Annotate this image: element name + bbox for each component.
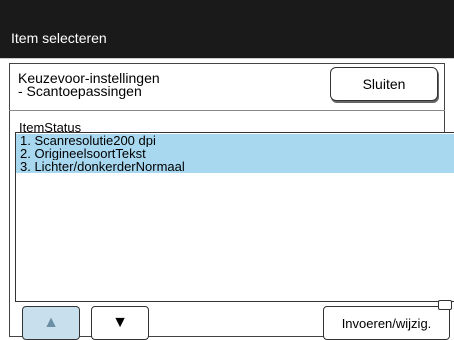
window-title: Item selecteren	[11, 30, 107, 46]
subtitle-line-2: - Scantoepassingen	[18, 83, 142, 99]
title-bar: Item selecteren	[0, 0, 454, 59]
divider	[9, 110, 445, 111]
button-tab-decoration	[438, 300, 452, 310]
scroll-up-button[interactable]: ▲	[22, 306, 80, 340]
item-list[interactable]: 1. Scanresolutie200 dpi 2. Origineelsoor…	[15, 132, 454, 302]
scroll-down-button[interactable]: ▼	[91, 306, 149, 340]
edit-button[interactable]: Invoeren/wijzig.	[323, 306, 450, 340]
close-button[interactable]: Sluiten	[330, 67, 438, 101]
list-item[interactable]: 3. Lichter/donkerderNormaal	[16, 160, 454, 173]
arrow-down-icon: ▼	[112, 314, 128, 331]
page-subtitle: Keuzevoor-instellingen - Scantoepassinge…	[18, 71, 160, 99]
arrow-up-icon: ▲	[43, 314, 59, 331]
